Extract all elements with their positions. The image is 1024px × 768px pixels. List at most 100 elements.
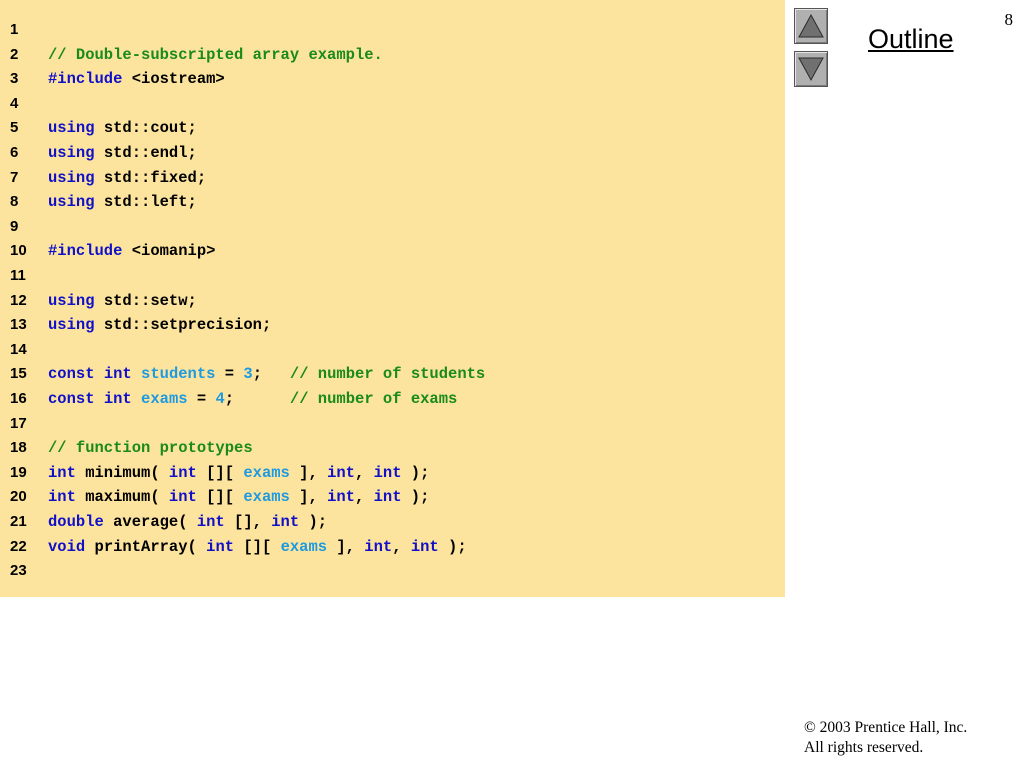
code-token: using: [48, 316, 95, 335]
line-number: 11: [10, 267, 26, 284]
line-code: #include <iomanip>: [48, 239, 215, 263]
code-token: =: [215, 365, 244, 384]
line-code: void printArray( int [][ exams ], int, i…: [48, 535, 467, 559]
line-number: 10: [10, 242, 27, 260]
line-code: int minimum( int [][ exams ], int, int )…: [48, 461, 429, 485]
line-number: 23: [10, 562, 27, 580]
outline-link[interactable]: Outline: [868, 24, 954, 55]
code-token: ],: [289, 463, 328, 482]
code-token: std::cout;: [94, 119, 197, 138]
code-token: [][: [196, 463, 244, 482]
code-token: exams: [243, 488, 290, 507]
code-token: int: [373, 488, 402, 507]
triangle-down-icon: [798, 57, 824, 82]
line-number: 17: [10, 414, 27, 432]
line-number: 12: [10, 291, 27, 309]
code-token: using: [48, 291, 95, 310]
line-number: 21: [10, 513, 27, 530]
code-token: int: [373, 463, 402, 482]
code-token: // Double-subscripted array example.: [48, 45, 383, 64]
code-token: );: [438, 537, 467, 556]
code-token: using: [48, 193, 95, 212]
previous-slide-button[interactable]: [794, 8, 828, 44]
line-number: 16: [10, 390, 27, 407]
code-token: // number of exams: [289, 390, 458, 408]
code-token: int: [196, 513, 225, 531]
code-token: int: [48, 488, 76, 507]
page-number: 8: [1004, 10, 1014, 29]
code-token: average(: [103, 513, 197, 531]
code-token: std::setprecision;: [94, 316, 272, 335]
next-slide-button[interactable]: [794, 51, 828, 87]
code-token: );: [401, 463, 430, 482]
code-token: [][: [196, 488, 244, 507]
code-token: int: [364, 537, 393, 556]
code-token: int: [327, 488, 355, 507]
code-token: const: [48, 365, 95, 384]
code-token: );: [401, 488, 430, 507]
code-token: int: [103, 390, 132, 408]
line-number: 2: [10, 45, 19, 63]
code-token: <iostream>: [122, 70, 225, 89]
code-token: int: [271, 513, 300, 531]
line-code: const int students = 3; // number of stu…: [48, 362, 485, 386]
code-token: // function prototypes: [48, 439, 253, 458]
code-token: [][: [234, 537, 281, 556]
code-token: ,: [392, 537, 411, 556]
line-number: 3: [10, 70, 19, 88]
code-token: exams: [243, 463, 290, 482]
code-token: <iomanip>: [122, 242, 216, 261]
line-number: 7: [10, 168, 19, 186]
line-number: 6: [10, 144, 19, 161]
code-token: maximum(: [75, 488, 169, 507]
code-token: minimum(: [75, 463, 169, 482]
code-token: void: [48, 537, 86, 556]
code-token: using: [48, 144, 95, 162]
code-token: int: [168, 463, 197, 482]
code-token: std::fixed;: [94, 168, 207, 187]
code-token: // number of students: [289, 365, 486, 384]
line-number: 15: [10, 365, 27, 383]
code-token: [],: [224, 513, 272, 531]
line-number: 22: [10, 537, 27, 555]
code-token: ],: [327, 537, 365, 556]
line-code: using std::setprecision;: [48, 313, 271, 337]
code-token: double: [48, 513, 104, 531]
code-token: ],: [289, 488, 328, 507]
line-code: double average( int [], int );: [48, 510, 327, 534]
line-number: 9: [10, 217, 19, 235]
code-token: =: [187, 390, 216, 408]
code-token: ,: [354, 463, 374, 482]
line-code: // function prototypes: [48, 436, 253, 460]
code-token: 3: [243, 365, 253, 384]
line-code: using std::setw;: [48, 289, 197, 313]
line-code: // Double-subscripted array example.: [48, 43, 383, 67]
line-code: using std::left;: [48, 190, 197, 214]
code-token: printArray(: [85, 537, 207, 556]
line-code: using std::cout;: [48, 116, 197, 140]
code-token: ,: [354, 488, 374, 507]
line-code: const int exams = 4; // number of exams: [48, 387, 457, 411]
line-code: using std::endl;: [48, 141, 197, 165]
line-code: int maximum( int [][ exams ], int, int )…: [48, 485, 429, 509]
code-token: exams: [280, 537, 328, 556]
line-code: using std::fixed;: [48, 166, 206, 190]
code-token: int: [48, 463, 76, 482]
code-token: exams: [141, 390, 188, 408]
code-token: );: [299, 513, 328, 531]
code-token: int: [327, 463, 355, 482]
line-number: 4: [10, 94, 19, 112]
line-number: 19: [10, 463, 27, 481]
code-token: ;: [224, 390, 290, 408]
code-token: int: [206, 537, 235, 556]
code-token: const: [48, 390, 95, 408]
code-token: int: [410, 537, 439, 556]
code-token: int: [103, 365, 132, 384]
line-number: 14: [10, 340, 27, 358]
triangle-up-icon: [798, 13, 824, 38]
line-number: 1: [10, 21, 19, 38]
